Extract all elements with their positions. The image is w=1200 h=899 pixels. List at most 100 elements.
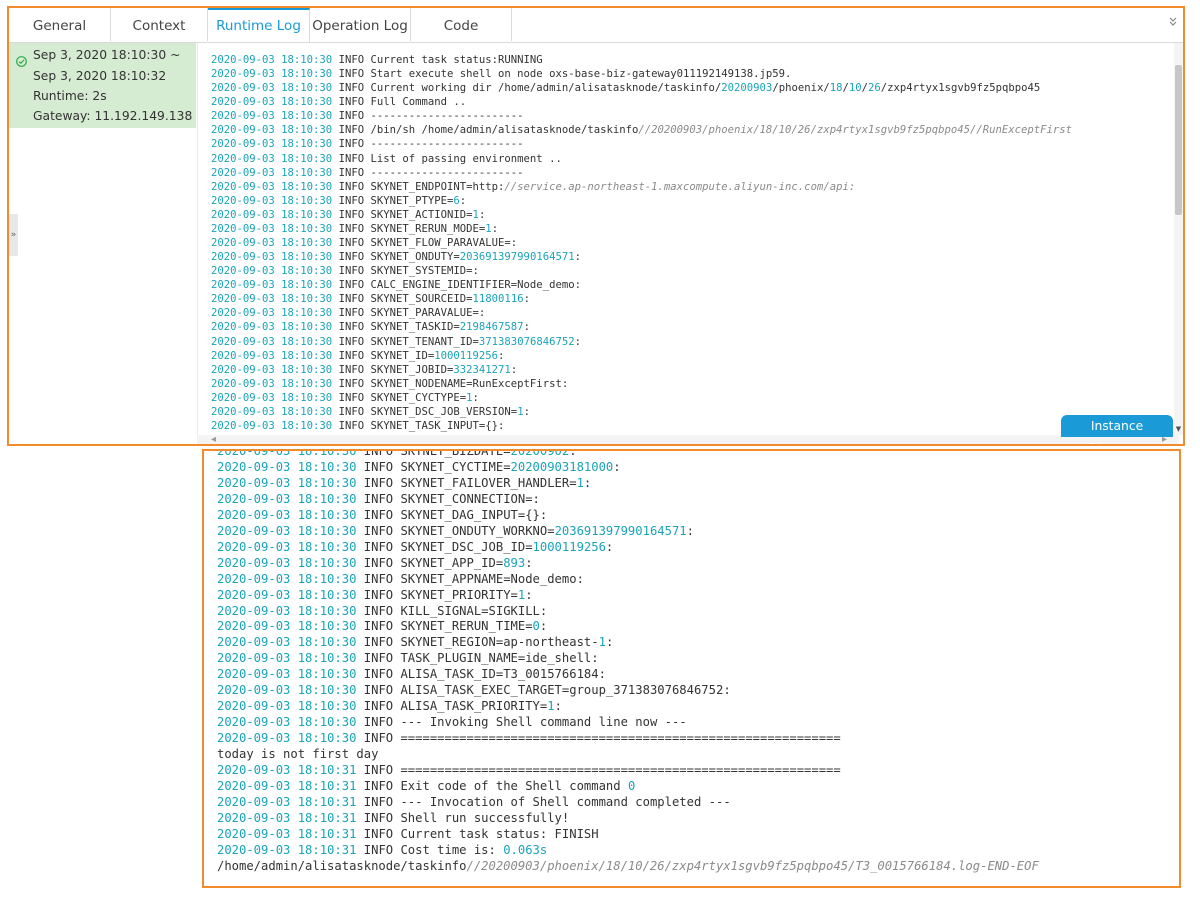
tab-code[interactable]: Code — [411, 8, 512, 41]
log-text: ------------------------ — [370, 138, 524, 151]
log-timestamp: 2020-09-03 18:10:30 — [217, 699, 357, 714]
log-timestamp: 2020-09-03 18:10:30 — [217, 587, 357, 602]
log-line: 2020-09-03 18:10:30 INFO Full Command .. — [211, 95, 1072, 109]
log-line: 2020-09-03 18:10:30 INFO SKYNET_ID=10001… — [211, 349, 1072, 363]
log-line: 2020-09-03 18:10:30 INFO SKYNET_SYSTEMID… — [211, 264, 1072, 278]
log-text: 371383076846752 — [478, 335, 575, 348]
log-text: 893 — [503, 555, 526, 570]
log-text: ========================================… — [400, 763, 841, 778]
log-level: INFO — [338, 405, 365, 418]
log-timestamp: 2020-09-03 18:10:30 — [211, 138, 333, 151]
log-text: --- Invoking Shell command line now --- — [400, 715, 687, 730]
log-line: 2020-09-03 18:10:30 INFO SKYNET_CONNECTI… — [217, 492, 1039, 508]
log-timestamp: 2020-09-03 18:10:30 — [217, 459, 357, 474]
log-level: INFO — [363, 667, 394, 682]
vertical-scrollbar[interactable]: ▼ — [1174, 43, 1183, 435]
log-level: INFO — [338, 152, 365, 165]
log-timestamp: 2020-09-03 18:10:30 — [211, 307, 333, 320]
runtime-log-viewer[interactable]: 2020-09-03 18:10:30 INFO Current task st… — [197, 43, 1180, 435]
tab-context[interactable]: Context — [111, 8, 208, 41]
log-timestamp: 2020-09-03 18:10:30 — [211, 237, 333, 250]
log-text: SKYNET_NODENAME=RunExceptFirst: — [370, 377, 569, 390]
log-timestamp: 2020-09-03 18:10:30 — [211, 82, 333, 95]
log-text: SKYNET_ONDUTY_WORKNO= — [400, 523, 555, 538]
log-text: SKYNET_ID= — [370, 349, 435, 362]
instance-info-sidebar: Sep 3, 2020 18:10:30 ~ Sep 3, 2020 18:10… — [9, 43, 196, 128]
log-level: INFO — [363, 826, 394, 841]
log-timestamp: 2020-09-03 18:10:31 — [217, 794, 357, 809]
tab-runtime-log[interactable]: Runtime Log — [208, 8, 310, 42]
log-line: 2020-09-03 18:10:30 INFO ===============… — [217, 731, 1039, 747]
log-level: INFO — [363, 539, 394, 554]
log-level: INFO — [338, 96, 365, 109]
scroll-down-arrow-icon[interactable]: ▼ — [1174, 425, 1183, 435]
log-text: SKYNET_PTYPE= — [370, 194, 454, 207]
log-timestamp: 2020-09-03 18:10:30 — [217, 523, 357, 538]
log-level: INFO — [338, 180, 365, 193]
double-chevron-down-icon[interactable] — [1169, 17, 1177, 29]
log-line: 2020-09-03 18:10:30 INFO KILL_SIGNAL=SIG… — [217, 604, 1039, 620]
log-text: 1000119256 — [532, 539, 606, 554]
log-text: SKYNET_FLOW_PARAVALUE=: — [370, 237, 518, 250]
log-line: 2020-09-03 18:10:30 INFO SKYNET_FAILOVER… — [217, 476, 1039, 492]
log-text: SKYNET_REGION=ap-northeast- — [400, 635, 599, 650]
log-level: INFO — [363, 491, 394, 506]
log-line: 2020-09-03 18:10:31 INFO Cost time is: 0… — [217, 843, 1039, 859]
log-line: 2020-09-03 18:10:30 INFO SKYNET_APP_ID=8… — [217, 556, 1039, 572]
log-level: INFO — [363, 731, 394, 746]
log-text: Current working dir /home/admin/alisatas… — [370, 82, 722, 95]
log-level: INFO — [363, 842, 394, 857]
log-text: : — [605, 539, 614, 554]
log-timestamp: 2020-09-03 18:10:30 — [211, 54, 333, 66]
log-text: SKYNET_TENANT_ID= — [370, 335, 479, 348]
log-line: 2020-09-03 18:10:31 INFO Exit code of th… — [217, 779, 1039, 795]
log-text: : — [525, 555, 533, 570]
task-log-panel: General Context Runtime Log Operation Lo… — [7, 6, 1185, 446]
log-timestamp: 2020-09-03 18:10:30 — [217, 715, 357, 730]
log-timestamp: 2020-09-03 18:10:30 — [217, 475, 357, 490]
log-level: INFO — [338, 208, 365, 221]
log-text: ALISA_TASK_EXEC_TARGET=group_37138307684… — [400, 683, 731, 698]
horizontal-scrollbar[interactable]: ◂ ▸ — [197, 434, 1179, 444]
log-text: SKYNET_SYSTEMID=: — [370, 265, 479, 278]
log-timestamp: 2020-09-03 18:10:30 — [217, 449, 357, 458]
log-line: 2020-09-03 18:10:30 INFO SKYNET_ACTIONID… — [211, 208, 1072, 222]
log-timestamp: 2020-09-03 18:10:30 — [211, 251, 333, 264]
log-text: 20200903181000 — [510, 459, 614, 474]
log-level: INFO — [363, 459, 394, 474]
log-text: SKYNET_ACTIONID= — [370, 208, 473, 221]
instance-diagnose-button[interactable]: Instance Diagnose — [1061, 415, 1173, 444]
log-text: /zxp4rtyx1sgvb9fz5pqbpo45 — [880, 82, 1041, 95]
log-text: 203691397990164571 — [554, 523, 687, 538]
log-text: SKYNET_DSC_JOB_VERSION= — [370, 405, 518, 418]
log-level: INFO — [363, 587, 394, 602]
log-line: today is not first day — [217, 747, 1039, 763]
scroll-left-arrow-icon[interactable]: ◂ — [211, 434, 216, 444]
log-text: : — [539, 619, 548, 634]
log-text: : — [613, 459, 621, 474]
log-timestamp: 2020-09-03 18:10:30 — [217, 651, 357, 666]
log-text: 203691397990164571 — [459, 251, 575, 264]
log-level: INFO — [363, 523, 394, 538]
log-timestamp: 2020-09-03 18:10:30 — [217, 667, 357, 682]
log-text: SKYNET_RERUN_MODE= — [370, 222, 486, 235]
tab-general[interactable]: General — [9, 8, 111, 41]
log-text: CALC_ENGINE_IDENTIFIER=Node_demo: — [370, 279, 581, 292]
scrollbar-thumb[interactable] — [1175, 65, 1182, 215]
start-time: Sep 3, 2020 18:10:30 ~ — [33, 48, 181, 62]
log-level: INFO — [363, 619, 394, 634]
log-text: Full Command .. — [370, 96, 467, 109]
log-text: : — [472, 391, 479, 404]
log-timestamp: 2020-09-03 18:10:31 — [217, 842, 357, 857]
expand-sidebar-icon[interactable]: » — [9, 214, 18, 256]
log-timestamp: 2020-09-03 18:10:30 — [211, 124, 333, 137]
log-line: 2020-09-03 18:10:30 INFO SKYNET_ENDPOINT… — [211, 180, 1072, 194]
tab-operation-log[interactable]: Operation Log — [310, 8, 411, 41]
log-timestamp: 2020-09-03 18:10:30 — [217, 603, 357, 618]
log-timestamp: 2020-09-03 18:10:31 — [217, 763, 357, 778]
log-level: INFO — [338, 237, 365, 250]
log-line: 2020-09-03 18:10:30 INFO List of passing… — [211, 152, 1072, 166]
log-text: ALISA_TASK_ID=T3_0015766184: — [400, 667, 606, 682]
log-text: Shell run successfully! — [400, 810, 570, 825]
log-level: INFO — [338, 335, 365, 348]
